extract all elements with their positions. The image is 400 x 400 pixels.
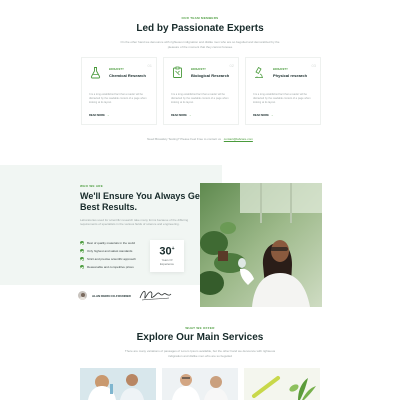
feature-list-item: Best of quality materials in the world: [80, 241, 135, 246]
service-card-physical[interactable]: 03 BIOSAFETY Physical research It is a l…: [245, 57, 321, 125]
experts-intro: On the other hand we denounce with right…: [120, 40, 280, 49]
experience-badge: 30+ Years Of Experience: [150, 240, 184, 272]
check-circle-icon: [80, 241, 84, 246]
service-image-1: [80, 368, 156, 400]
read-more-link[interactable]: READ MORE →: [171, 114, 191, 117]
card-description: It is a long established fact that a rea…: [89, 93, 147, 104]
card-title: Chemical Research: [109, 73, 146, 78]
services-intro: There are many variations of passages of…: [124, 349, 276, 358]
read-more-link[interactable]: READ MORE →: [253, 114, 273, 117]
contact-email-link[interactable]: contact@labcare.com: [224, 137, 253, 141]
signature-image: [139, 290, 172, 301]
card-description: It is a long established fact that a rea…: [253, 93, 311, 104]
card-subtitle: BIOSAFETY: [109, 68, 124, 71]
card-number: 01: [147, 63, 152, 68]
read-more-label: READ MORE: [253, 114, 269, 117]
experts-title: Led by Passionate Experts: [136, 23, 264, 34]
contact-note: Need Biosafety Testing? Please Feel Free…: [0, 137, 400, 141]
service-image-2: [162, 368, 238, 400]
service-card-biological[interactable]: 02 BIOSAFETY Biological Research It is a…: [163, 57, 239, 125]
experience-years: 30+: [159, 245, 175, 258]
author-name: ALAN DERN CO-FOUNDER: [92, 294, 131, 298]
service-card-chemical[interactable]: 01 BIOSAFETY Chemical Research It is a l…: [81, 57, 157, 125]
contact-note-text: Need Biosafety Testing? Please Feel Free…: [147, 137, 221, 141]
service-image-3: [244, 368, 320, 400]
microscope-icon: [255, 66, 263, 78]
results-description: Laboratories used for scientific researc…: [80, 218, 189, 227]
card-title: Physical research: [273, 73, 308, 78]
services-title: Explore Our Main Services: [136, 332, 264, 343]
check-circle-icon: [80, 257, 84, 262]
results-title-line2: Best Results.: [80, 202, 138, 212]
read-more-link[interactable]: READ MORE →: [89, 114, 109, 117]
arrow-right-icon: →: [188, 114, 192, 117]
check-circle-icon: [80, 265, 84, 270]
feature-list-item: Reasonable and competitive prices: [80, 265, 134, 270]
results-kicker: WHO WE ARE: [80, 184, 104, 188]
read-more-label: READ MORE: [171, 114, 187, 117]
arrow-right-icon: →: [106, 114, 110, 117]
card-title: Biological Research: [191, 73, 230, 78]
check-circle-icon: [80, 249, 84, 254]
arrow-right-icon: →: [270, 114, 274, 117]
read-more-label: READ MORE: [89, 114, 105, 117]
results-title-line1: We'll Ensure You Always Get: [80, 191, 203, 201]
card-description: It is a long established fact that a rea…: [171, 93, 229, 104]
feature-list-item: Strict and precise scientific approach: [80, 257, 136, 262]
results-title: We'll Ensure You Always Get Best Results…: [80, 191, 203, 213]
experts-kicker: OUR TEAM MEMBERS: [181, 16, 219, 20]
flask-icon: [90, 67, 101, 79]
card-number: 03: [311, 63, 316, 68]
card-subtitle: BIOSAFETY: [273, 68, 288, 71]
scientist-photo: [200, 183, 322, 307]
feature-list-item: Only highest and safest standards: [80, 249, 132, 254]
experience-label: Years Of Experience: [160, 257, 174, 266]
clipboard-icon: [173, 66, 182, 78]
avatar: [78, 291, 87, 300]
services-kicker: WHAT WE OFFER: [185, 326, 215, 330]
card-subtitle: BIOSAFETY: [191, 68, 206, 71]
card-number: 02: [229, 63, 234, 68]
